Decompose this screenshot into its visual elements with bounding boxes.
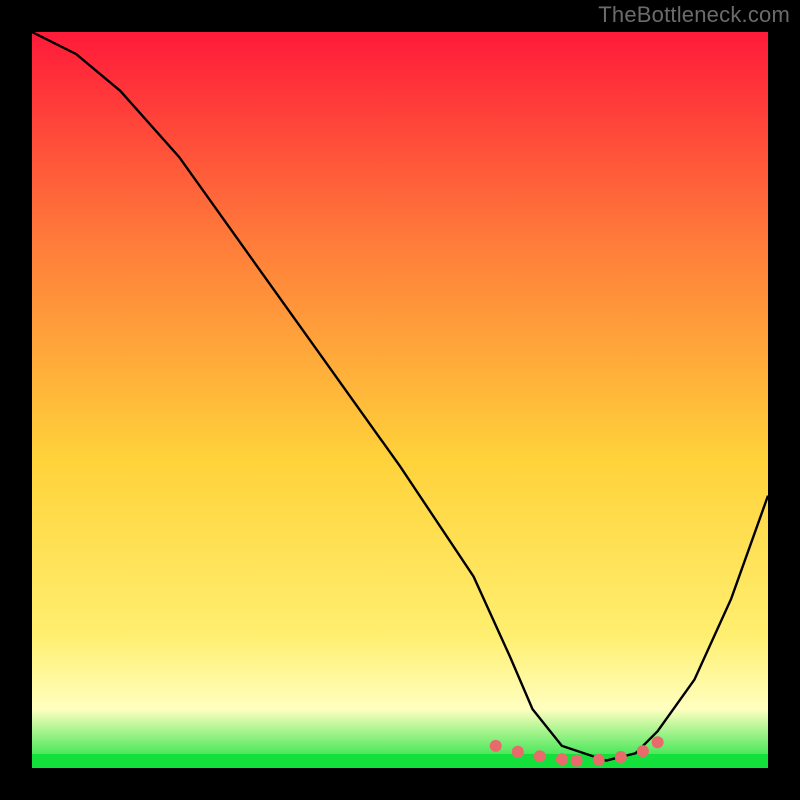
watermark-text: TheBottleneck.com xyxy=(598,2,790,28)
marker-dot xyxy=(534,750,546,762)
marker-dot xyxy=(652,736,664,748)
marker-dot xyxy=(490,740,502,752)
plot-area xyxy=(32,32,768,768)
marker-dot xyxy=(571,755,583,767)
chart-svg xyxy=(32,32,768,768)
marker-dot xyxy=(637,745,649,757)
marker-dot xyxy=(512,746,524,758)
marker-dot xyxy=(615,751,627,763)
chart-frame: TheBottleneck.com xyxy=(0,0,800,800)
gradient-background xyxy=(32,32,768,768)
marker-dot xyxy=(593,754,605,766)
green-strip xyxy=(32,754,768,768)
marker-dot xyxy=(556,753,568,765)
